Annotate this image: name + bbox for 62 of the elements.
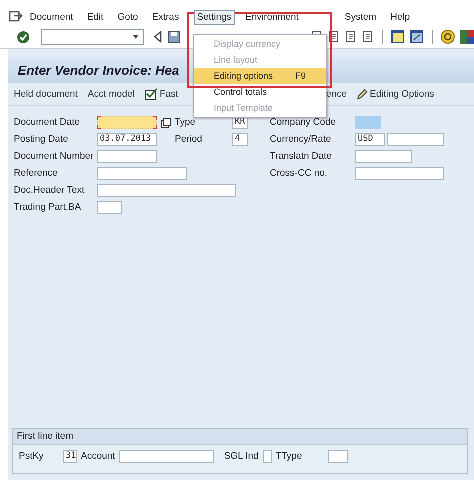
field-label: TType (276, 451, 302, 462)
menu-icon[interactable] (9, 11, 23, 23)
input-field[interactable] (262, 450, 272, 463)
field-label: SGL Ind (224, 451, 259, 462)
menu-item[interactable]: Settings (194, 10, 235, 24)
field-label: Account (81, 451, 116, 462)
menu-item[interactable]: Control totals (194, 84, 326, 100)
help-icon[interactable] (441, 30, 455, 44)
confirm-icon[interactable] (17, 30, 30, 44)
panel-title: First line item (13, 429, 467, 445)
pencil-icon[interactable] (357, 88, 368, 100)
document-icon[interactable] (345, 31, 358, 43)
back-icon[interactable] (152, 31, 163, 43)
copy-icon[interactable] (161, 118, 171, 128)
field-label: Doc.Header Text (14, 185, 86, 196)
field-label: Reference (14, 168, 59, 179)
input-field[interactable]: 4 (232, 133, 248, 146)
toolbar-button[interactable]: Held document (14, 88, 78, 100)
menu-item[interactable]: System (342, 10, 380, 24)
field-label: Currency/Rate (270, 134, 332, 145)
input-field[interactable] (97, 184, 236, 197)
document-icon[interactable] (362, 31, 374, 43)
field-label: Document Number (14, 151, 95, 162)
input-field[interactable] (355, 150, 412, 163)
window-icon[interactable] (410, 30, 424, 44)
field-label: Period (175, 134, 204, 145)
menu-item[interactable]: Goto (114, 10, 142, 24)
window-icon[interactable] (391, 30, 406, 44)
input-field[interactable] (97, 150, 157, 163)
toolbar-button[interactable]: ence (326, 88, 347, 100)
toolbar-button[interactable]: Fast (144, 88, 178, 100)
check-list-icon[interactable] (144, 88, 158, 100)
menu-item[interactable]: Edit (84, 10, 107, 24)
field-label: Type (175, 117, 197, 128)
field-label: Document Date (14, 117, 82, 128)
menu-item[interactable]: Help (388, 10, 414, 24)
input-field[interactable] (387, 133, 444, 146)
toolbar-button[interactable]: Acct model (88, 88, 135, 100)
field-label: Company Code (270, 117, 338, 128)
toolbar-button[interactable]: Editing Options (357, 88, 434, 100)
save-icon[interactable] (168, 31, 180, 43)
menu-item[interactable]: Extras (149, 10, 182, 24)
menu-item[interactable]: Document (27, 10, 76, 24)
menu-item[interactable]: Environment (242, 10, 302, 24)
input-field[interactable]: 31 (63, 450, 77, 463)
input-field[interactable] (355, 167, 444, 180)
field-label: Cross-CC no. (270, 168, 329, 179)
field-label: Translatn Date (270, 151, 333, 162)
input-field[interactable] (97, 167, 187, 180)
input-field[interactable]: 03.07.2013 (97, 133, 157, 146)
input-field[interactable] (355, 116, 381, 129)
screen-title: Enter Vendor Invoice: Hea (18, 62, 180, 78)
field-label: PstKy (19, 451, 45, 462)
input-field[interactable]: USD (355, 133, 385, 146)
field-label: Trading Part.BA (14, 202, 82, 213)
command-field[interactable] (41, 29, 144, 45)
input-field[interactable] (119, 450, 214, 463)
input-field[interactable] (97, 116, 157, 129)
menu-item[interactable]: Editing options F9 (194, 68, 326, 84)
input-field[interactable] (328, 450, 348, 463)
field-label: Posting Date (14, 134, 70, 145)
input-field[interactable] (97, 201, 122, 214)
